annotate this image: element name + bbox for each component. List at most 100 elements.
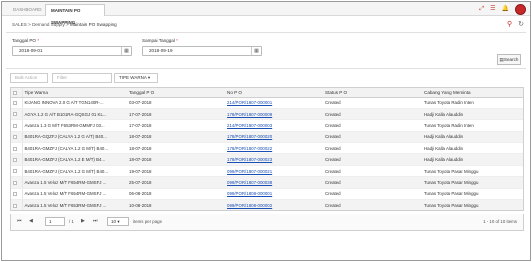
breadcrumb-demand-supply[interactable]: Demand Supply bbox=[32, 22, 65, 27]
cell-no-po[interactable]: 099/POR/1808-000002 bbox=[225, 199, 323, 210]
table-row[interactable]: Avanza 1.5 Veloz M/T F654RM-GMSFJ ... 06-… bbox=[11, 188, 523, 201]
table-row[interactable]: AGYA 1.2 G A/T B101RA-GQSGJ 01 KL... 17-0… bbox=[11, 108, 523, 121]
page-number-input[interactable]: 1 bbox=[45, 217, 65, 226]
tanggal-po-label: Tanggal PO * bbox=[12, 38, 40, 43]
checkbox[interactable] bbox=[13, 180, 17, 185]
search-icon[interactable]: ⚲ bbox=[507, 21, 512, 28]
row-select-cell[interactable] bbox=[11, 108, 23, 121]
breadcrumb-separator: > bbox=[28, 22, 31, 27]
tanggal-po-input[interactable]: 2018-09-01 ▦ bbox=[12, 46, 132, 56]
chevron-down-icon: ▾ bbox=[147, 75, 151, 80]
checkbox[interactable] bbox=[13, 157, 17, 162]
calendar-icon[interactable]: ▦ bbox=[251, 47, 261, 55]
expand-icon[interactable]: ⤢ bbox=[479, 4, 484, 14]
po-number-link[interactable]: 214/POR/1807-000001 bbox=[227, 100, 272, 105]
cell-status-po: Created bbox=[323, 153, 422, 166]
user-avatar[interactable] bbox=[515, 3, 526, 15]
row-select-cell[interactable] bbox=[11, 119, 23, 132]
po-number-link[interactable]: 099/POR/1808-000001 bbox=[227, 191, 272, 196]
table-row[interactable]: Avanza 1.3 G M/T F653RM-GMMFJ 03... 17-07… bbox=[11, 119, 523, 132]
calendar-icon[interactable]: ▦ bbox=[121, 47, 131, 55]
po-number-link[interactable]: 099/POR/1808-000002 bbox=[227, 203, 272, 208]
cell-no-po[interactable]: 214/POR/1807-000003 bbox=[225, 119, 323, 132]
cell-tipe-warna: B401RA-GMZFJ (CALYA 1.2 G M/T) B40... bbox=[22, 142, 127, 155]
checkbox[interactable] bbox=[13, 169, 17, 174]
next-page-icon[interactable]: ▶ bbox=[81, 218, 85, 224]
po-number-link[interactable]: 178/POR/1807-000020 bbox=[227, 134, 272, 139]
row-select-cell[interactable] bbox=[11, 176, 23, 189]
cell-no-po[interactable]: 214/POR/1807-000001 bbox=[225, 97, 323, 109]
table-row[interactable]: B401RA-GMZFJ (CALYA 1.2 G M/T) B40... 18-… bbox=[11, 142, 523, 155]
table-row[interactable]: KIJANG INNOVA 2.0 G A/T TGN140R-... 03-07… bbox=[11, 97, 523, 109]
per-page-label: items per page bbox=[133, 219, 163, 224]
row-select-cell[interactable] bbox=[11, 165, 23, 178]
cell-no-po[interactable]: 099/POR/1807-000021 bbox=[225, 165, 323, 178]
cell-no-po[interactable]: 099/POR/1807-000038 bbox=[225, 176, 323, 189]
cell-status-po: Created bbox=[323, 176, 422, 189]
checkbox[interactable] bbox=[13, 146, 17, 151]
po-number-link[interactable]: 178/POR/1807-000009 bbox=[227, 112, 272, 117]
cell-no-po[interactable]: 099/POR/1808-000001 bbox=[225, 188, 323, 201]
cell-tanggal-po: 25-07-2018 bbox=[127, 176, 225, 189]
cell-cabang: Tunas Toyota Pasar Minggu bbox=[422, 165, 523, 178]
chevron-down-icon: ▾ bbox=[117, 219, 120, 224]
tab-maintain-po-swapping[interactable]: MAINTAIN PO SWAPPING bbox=[45, 4, 105, 25]
search-button[interactable]: ▤Search bbox=[497, 54, 521, 65]
prev-page-icon[interactable]: ◀ bbox=[29, 218, 33, 224]
row-select-cell[interactable] bbox=[11, 188, 23, 201]
col-tanggal-po[interactable]: Tanggal P O bbox=[127, 88, 225, 98]
row-select-cell[interactable] bbox=[11, 131, 23, 144]
checkbox[interactable] bbox=[13, 101, 17, 106]
row-select-cell[interactable] bbox=[11, 153, 23, 166]
table-row[interactable]: B401RA-GMZFJ (CALYA 1.2 E M/T) B4... 18-0… bbox=[11, 153, 523, 166]
cell-no-po[interactable]: 178/POR/1807-000022 bbox=[225, 142, 323, 155]
table-row[interactable]: Avanza 1.5 Veloz M/T F653RM-GMSFJ ... 10-… bbox=[11, 199, 523, 210]
po-number-link[interactable]: 214/POR/1807-000003 bbox=[227, 123, 272, 128]
po-number-link[interactable]: 178/POR/1807-000023 bbox=[227, 157, 272, 162]
cell-cabang: Hadji Kalla Alauddin bbox=[422, 131, 523, 144]
cell-status-po: Created bbox=[323, 131, 422, 144]
cell-tipe-warna: B401RA-GMZFJ (CALYA 1.2 G M/T) B40... bbox=[22, 165, 127, 178]
table-row[interactable]: B401RA-GMZFJ (CALYA 1.2 G M/T) B40... 19-… bbox=[11, 165, 523, 178]
tab-dashboard[interactable]: DASHBOARD bbox=[8, 4, 42, 16]
menu-icon[interactable]: ☰ bbox=[490, 4, 495, 14]
top-tab-bar: DASHBOARD MAINTAIN PO SWAPPING ⤢ ☰ 🔔 bbox=[2, 2, 530, 25]
first-page-icon[interactable]: ⏮ bbox=[17, 218, 22, 224]
page-size-select[interactable]: 10 ▾ bbox=[107, 217, 129, 226]
po-number-link[interactable]: 099/POR/1807-000021 bbox=[227, 169, 272, 174]
checkbox[interactable] bbox=[13, 135, 17, 140]
bell-icon[interactable]: 🔔 bbox=[502, 4, 509, 14]
refresh-icon[interactable]: ↻ bbox=[518, 21, 524, 28]
col-cabang[interactable]: Cabang Yang Meminta bbox=[422, 88, 523, 98]
row-select-cell[interactable] bbox=[11, 97, 23, 109]
row-select-cell[interactable] bbox=[11, 142, 23, 155]
breadcrumb-sales[interactable]: SALES bbox=[12, 22, 27, 27]
cell-no-po[interactable]: 178/POR/1807-000009 bbox=[225, 108, 323, 121]
checkbox[interactable] bbox=[13, 203, 17, 208]
table-row[interactable]: B401RA-GQZFJ (CALYA 1.2 G A/T) B40... 18-… bbox=[11, 131, 523, 144]
checkbox[interactable] bbox=[13, 112, 17, 117]
cell-no-po[interactable]: 178/POR/1807-000020 bbox=[225, 131, 323, 144]
filter-input[interactable]: Filter bbox=[52, 73, 112, 83]
cell-cabang: Tunas Toyota Pasar Minggu bbox=[422, 188, 523, 201]
top-icons: ⤢ ☰ 🔔 bbox=[479, 3, 526, 15]
po-number-link[interactable]: 099/POR/1807-000038 bbox=[227, 180, 272, 185]
cell-no-po[interactable]: 178/POR/1807-000023 bbox=[225, 153, 323, 166]
cell-tipe-warna: Avanza 1.3 G M/T F653RM-GMMFJ 03... bbox=[22, 119, 127, 132]
checkbox[interactable] bbox=[13, 123, 17, 128]
table-row[interactable]: Avanza 1.5 Veloz M/T F654RM-GMSFJ ... 25-… bbox=[11, 176, 523, 189]
cell-tanggal-po: 18-07-2018 bbox=[127, 142, 225, 155]
bulk-action-dropdown[interactable]: Bulk Action bbox=[10, 73, 48, 83]
checkbox[interactable] bbox=[13, 192, 17, 197]
sampai-tanggal-input[interactable]: 2018-09-19 ▦ bbox=[142, 46, 262, 56]
row-select-cell[interactable] bbox=[11, 199, 23, 210]
col-status-po[interactable]: Status P O bbox=[323, 88, 422, 98]
select-all-cell[interactable] bbox=[11, 88, 23, 98]
po-number-link[interactable]: 178/POR/1807-000022 bbox=[227, 146, 272, 151]
last-page-icon[interactable]: ⏭ bbox=[93, 218, 98, 224]
col-tipe-warna[interactable]: Tipe Warna bbox=[22, 88, 127, 98]
col-no-po[interactable]: No P O bbox=[225, 88, 323, 98]
cell-tanggal-po: 19-07-2018 bbox=[127, 165, 225, 178]
checkbox[interactable] bbox=[13, 90, 17, 95]
column-dropdown[interactable]: TIPE WARNA ▾ bbox=[114, 73, 158, 83]
